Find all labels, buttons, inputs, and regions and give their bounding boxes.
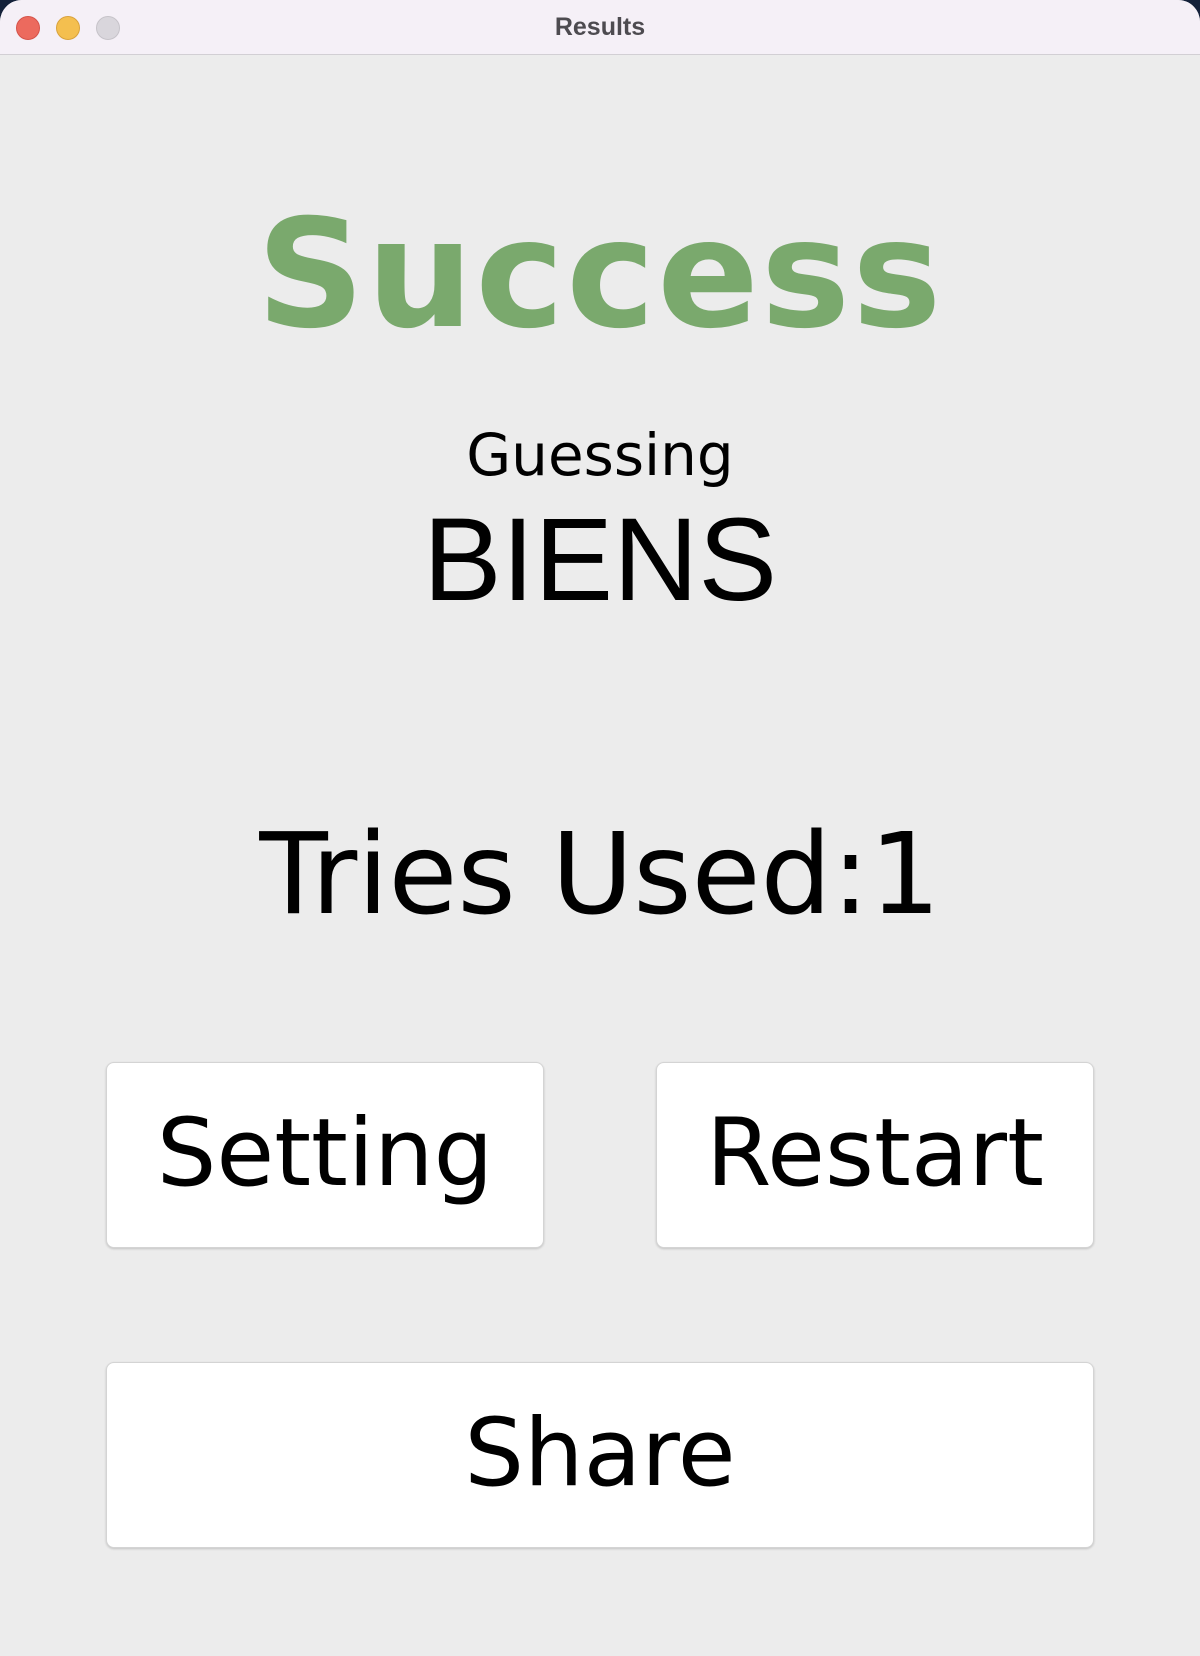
- setting-button[interactable]: Setting: [106, 1062, 544, 1248]
- window-title: Results: [554, 13, 646, 41]
- title-bar: Results: [0, 0, 1200, 55]
- results-window: Results Success Guessing BIENS Tries Use…: [0, 0, 1200, 1656]
- results-content: Success Guessing BIENS Tries Used:1 Sett…: [0, 55, 1200, 1656]
- restart-button[interactable]: Restart: [656, 1062, 1094, 1248]
- result-status: Success: [256, 188, 944, 362]
- tries-used: Tries Used:1: [259, 810, 941, 940]
- guessing-label: Guessing: [466, 421, 734, 489]
- target-word: BIENS: [422, 494, 778, 626]
- share-button[interactable]: Share: [106, 1362, 1094, 1548]
